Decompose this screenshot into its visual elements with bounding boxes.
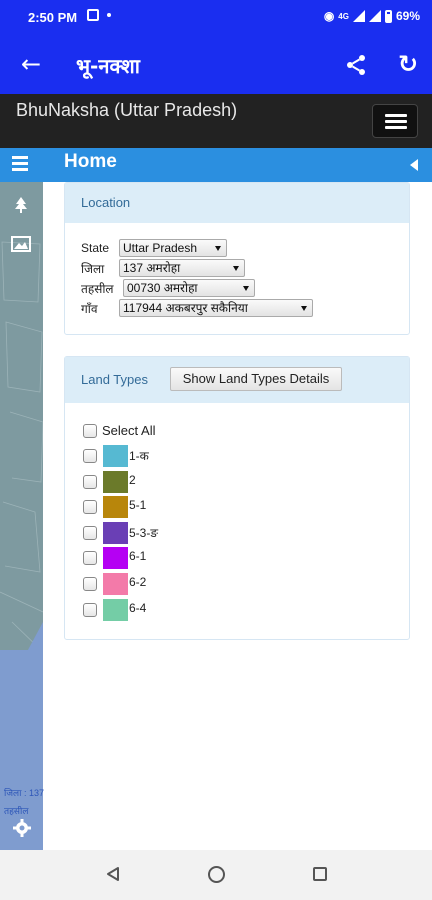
signal-icon-1 xyxy=(352,10,365,22)
village-row: गाँव 117944 अकबरपुर सकैनिया xyxy=(81,299,313,317)
land-types-header: Land Types Show Land Types Details xyxy=(65,357,409,403)
village-select[interactable]: 117944 अकबरपुर सकैनिया xyxy=(119,299,313,317)
state-select[interactable]: Uttar Pradesh xyxy=(119,239,227,257)
tehsil-select[interactable]: 00730 अमरोहा xyxy=(123,279,255,297)
village-value: 117944 अकबरपुर सकैनिया xyxy=(123,301,248,315)
land-type-checkbox[interactable] xyxy=(83,577,97,591)
state-value: Uttar Pradesh xyxy=(123,241,198,255)
nav-home-icon[interactable] xyxy=(208,866,225,883)
village-label: गाँव xyxy=(81,301,98,316)
state-label: State xyxy=(81,241,110,255)
map-parcel-lines xyxy=(0,241,43,702)
land-type-checkbox[interactable] xyxy=(83,449,97,463)
tehsil-label: तहसील xyxy=(81,281,114,296)
land-type-checkbox[interactable] xyxy=(83,500,97,515)
district-label: जिला xyxy=(81,261,105,276)
state-row: State Uttar Pradesh xyxy=(81,239,227,257)
battery-percent: 69% xyxy=(395,9,420,23)
land-type-color-swatch xyxy=(103,573,128,595)
district-value: 137 अमरोहा xyxy=(123,261,181,275)
land-type-label: 2 xyxy=(129,472,136,487)
district-select[interactable]: 137 अमरोहा xyxy=(119,259,245,277)
land-type-checkbox[interactable] xyxy=(83,551,97,566)
hamburger-line-icon xyxy=(385,114,407,117)
land-type-label: 5-3-ङ xyxy=(129,525,158,540)
site-title: BhuNaksha (Uttar Pradesh) xyxy=(16,100,238,120)
collapse-panel-icon[interactable] xyxy=(410,159,418,171)
home-title: Home xyxy=(64,151,117,172)
land-type-color-swatch xyxy=(103,496,128,519)
hotspot-icon: ◉ xyxy=(323,9,335,23)
land-type-label: 5-1 xyxy=(129,498,147,513)
land-type-color-swatch xyxy=(103,445,128,467)
network-type-label: 4G xyxy=(338,11,349,21)
land-type-color-swatch xyxy=(103,547,128,570)
system-status: ◉ 4G 69% xyxy=(324,9,420,23)
map-footer-line-1: जिला : 137 xyxy=(4,788,44,798)
land-type-color-swatch xyxy=(103,521,128,544)
tehsil-row: तहसील 00730 अमरोहा xyxy=(81,279,255,297)
land-type-label: 1-क xyxy=(129,449,149,463)
app-bar: ← भू-नक्शा ↻ xyxy=(0,36,432,94)
more-notifications-dot-icon xyxy=(107,13,111,17)
gallery-notification-icon xyxy=(87,9,99,21)
location-heading: Location xyxy=(65,183,409,223)
battery-icon xyxy=(384,9,392,23)
nav-back-icon[interactable] xyxy=(105,866,121,882)
land-type-color-swatch xyxy=(103,470,128,493)
map-edge-rail xyxy=(0,182,43,850)
home-bar: Home xyxy=(0,148,432,182)
land-type-checkbox[interactable] xyxy=(83,525,97,540)
signal-icon-2 xyxy=(368,10,381,22)
land-type-checkbox[interactable] xyxy=(83,602,97,617)
share-icon[interactable] xyxy=(344,53,368,77)
refresh-icon[interactable]: ↻ xyxy=(396,51,420,77)
land-type-label: 6-2 xyxy=(129,575,147,589)
location-panel: Location State Uttar Pradesh जिला 137 अम… xyxy=(64,182,410,335)
status-time: 2:50 PM xyxy=(28,10,78,25)
back-arrow-icon[interactable]: ← xyxy=(18,51,44,77)
status-bar: 2:50 PM ◉ 4G 69% xyxy=(0,0,432,36)
hamburger-line-icon xyxy=(385,126,407,129)
land-type-checkbox[interactable] xyxy=(83,474,97,489)
image-layer-icon[interactable] xyxy=(11,236,31,252)
tehsil-value: 00730 अमरोहा xyxy=(127,281,198,295)
select-all-label: Select All xyxy=(102,423,156,438)
map-footer-text: जिला : 137 तहसील xyxy=(0,786,420,826)
system-nav-bar xyxy=(0,850,432,900)
nav-recents-icon[interactable] xyxy=(313,867,327,881)
hamburger-line-icon xyxy=(385,120,407,123)
chevron-down-icon xyxy=(243,286,249,291)
map-footer-line-2: तहसील xyxy=(4,806,29,816)
chevron-down-icon xyxy=(301,306,307,311)
land-type-label: 6-1 xyxy=(129,549,147,564)
side-menu-icon[interactable] xyxy=(12,155,30,173)
land-type-color-swatch xyxy=(103,598,128,621)
select-all-checkbox[interactable] xyxy=(83,424,97,438)
chevron-down-icon xyxy=(233,266,239,271)
district-row: जिला 137 अमरोहा xyxy=(81,259,245,277)
site-header: BhuNaksha (Uttar Pradesh) xyxy=(0,94,432,148)
show-land-types-details-button[interactable]: Show Land Types Details xyxy=(170,367,342,391)
tree-icon[interactable] xyxy=(12,196,30,214)
land-type-label: 6-4 xyxy=(129,600,147,615)
chevron-down-icon xyxy=(215,246,221,251)
app-title: भू-नक्शा xyxy=(76,54,140,78)
land-types-heading: Land Types xyxy=(81,372,148,387)
hamburger-menu-button[interactable] xyxy=(372,104,418,138)
land-types-panel: Land Types Show Land Types Details Selec… xyxy=(64,356,410,640)
notification-icons xyxy=(87,9,111,21)
